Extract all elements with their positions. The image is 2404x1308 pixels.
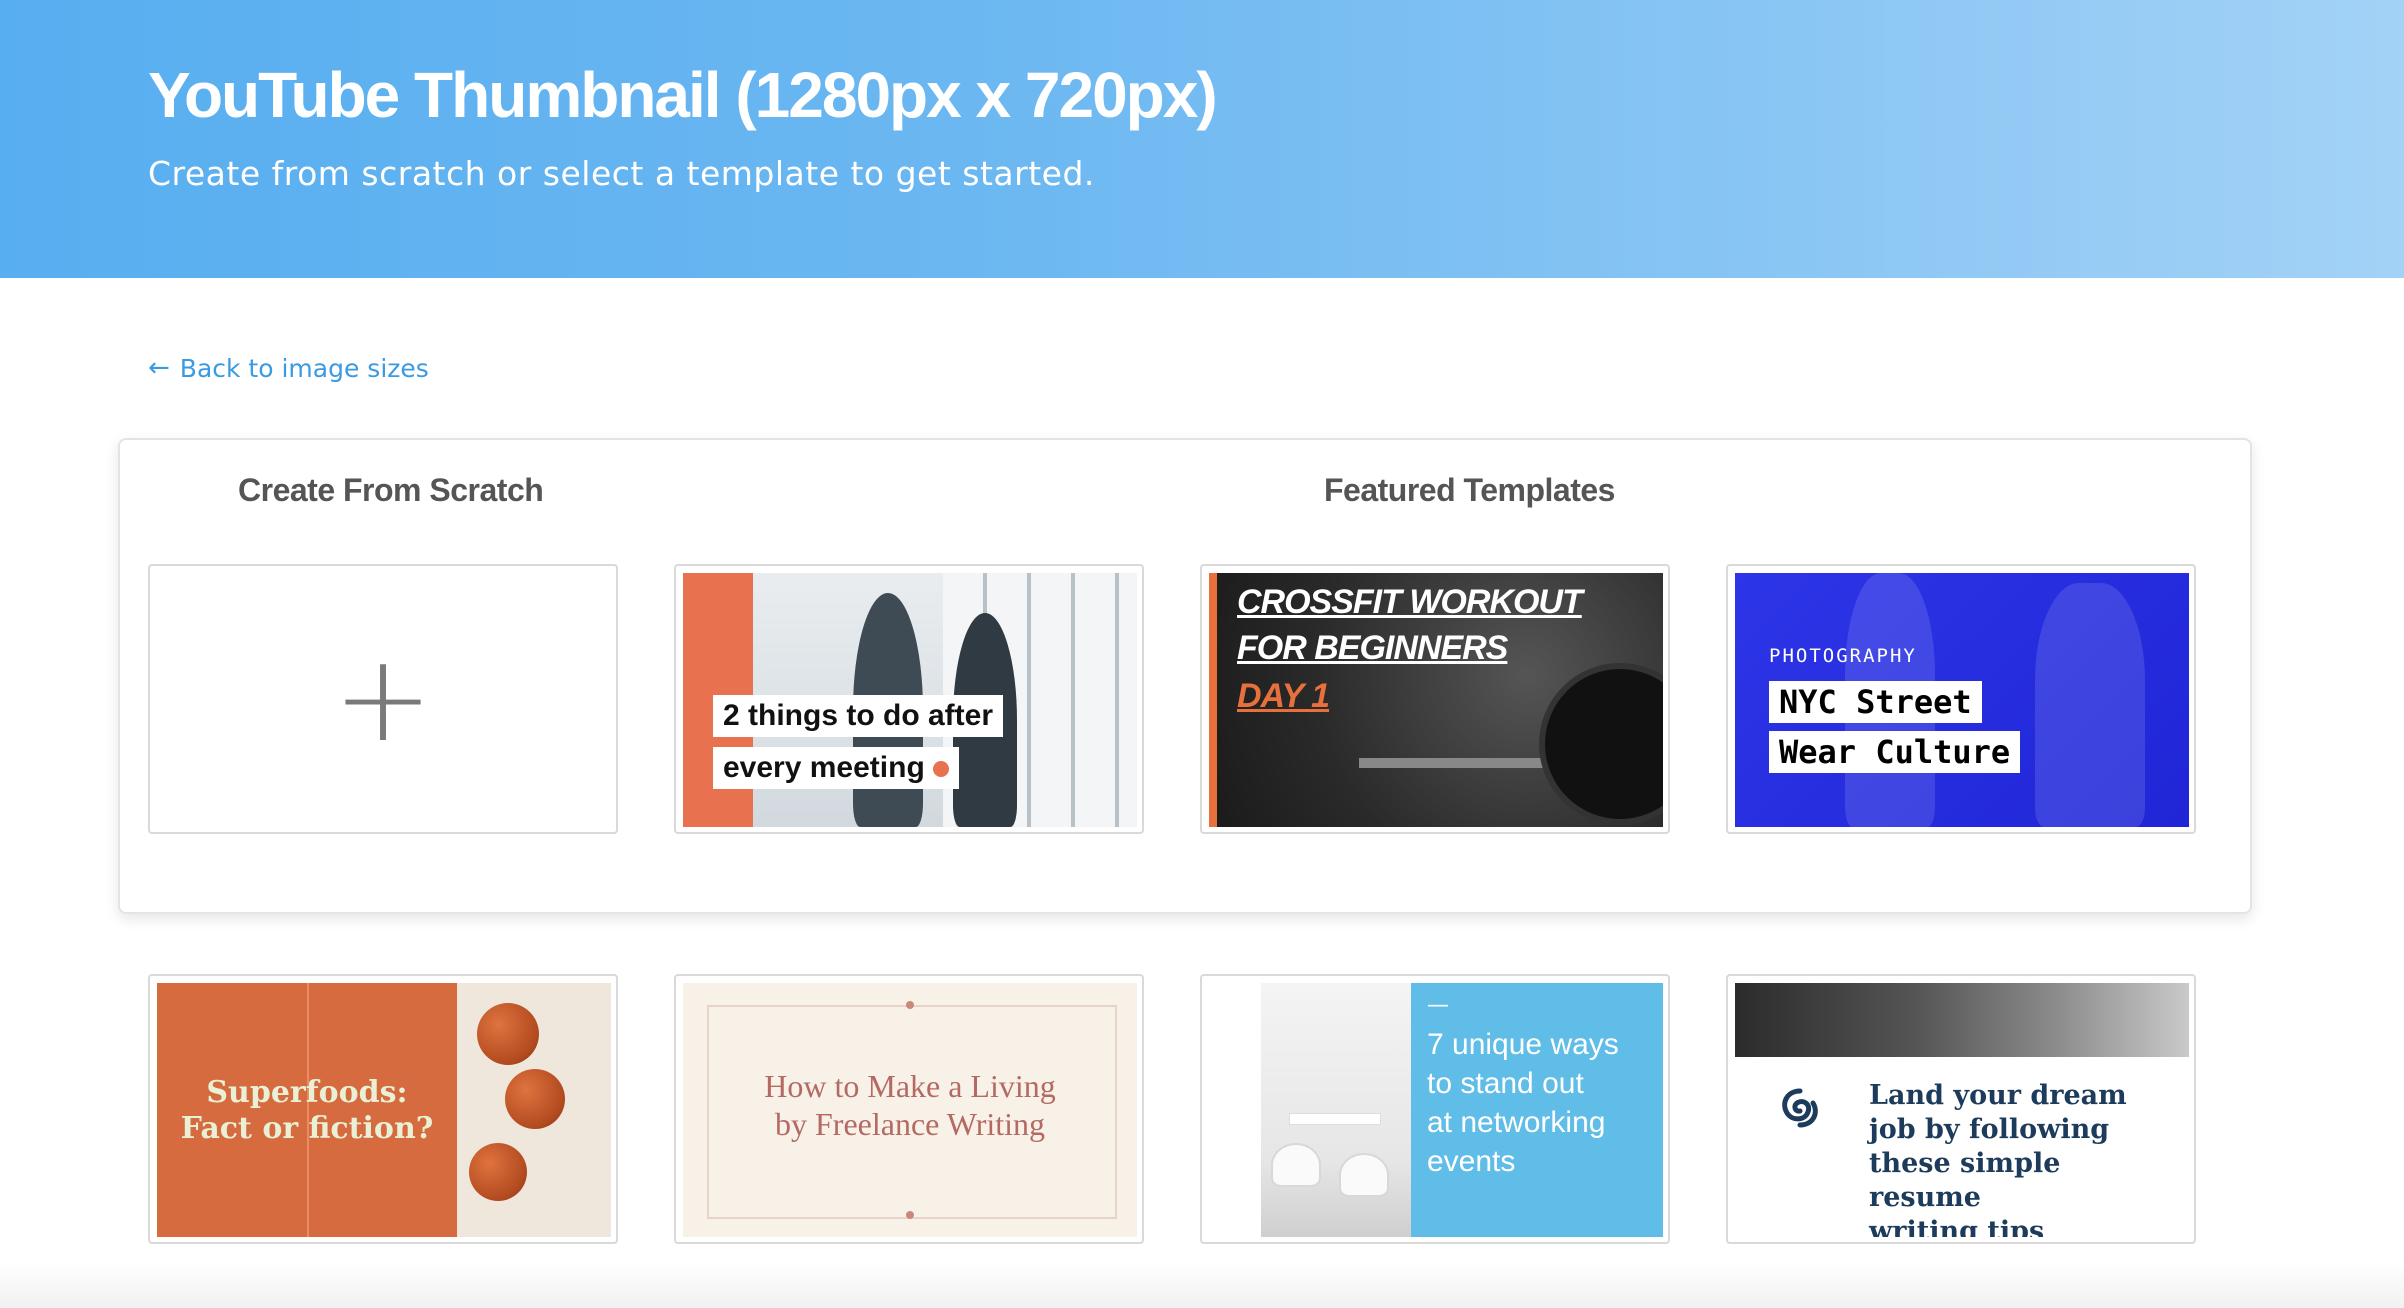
- create-from-scratch-card[interactable]: +: [148, 564, 618, 834]
- chair-shape: [1271, 1143, 1321, 1187]
- template-card-meeting[interactable]: 2 things to do after every meeting: [674, 564, 1144, 834]
- template-title-line: CROSSFIT WORKOUT: [1237, 583, 1583, 621]
- template-title-line: How to Make a Living: [764, 1068, 1056, 1104]
- dot-icon: [906, 1001, 914, 1009]
- template-photo: [1735, 983, 2189, 1057]
- template-title-line: by Freelance Writing: [774, 1106, 1046, 1142]
- template-thumbnail: Land your dream job by following these s…: [1735, 983, 2189, 1237]
- template-title-text: every meeting: [723, 751, 925, 784]
- dot-icon: [906, 1211, 914, 1219]
- dash-mark: —: [1427, 993, 1449, 1018]
- template-title-line: these simple resume: [1869, 1148, 2061, 1213]
- fruit-shape: [469, 1143, 527, 1201]
- template-card-superfoods[interactable]: Superfoods: Fact or fiction?: [148, 974, 618, 1244]
- person-silhouette: [2035, 583, 2145, 827]
- template-title-line: at networking: [1427, 1106, 1606, 1139]
- template-panel: Create From Scratch Featured Templates +…: [118, 438, 2252, 914]
- back-link-label: Back to image sizes: [179, 353, 429, 383]
- template-title-line: NYC Street: [1769, 681, 1982, 723]
- arrow-left-icon: ←: [148, 353, 170, 383]
- template-thumbnail: How to Make a Living by Freelance Writin…: [683, 983, 1137, 1237]
- template-title-line: job by following: [1869, 1114, 2110, 1145]
- back-to-image-sizes-link[interactable]: ← Back to image sizes: [148, 351, 429, 385]
- fruit-shape: [477, 1003, 539, 1065]
- dot-icon: [932, 761, 949, 777]
- template-title: Land your dream job by following these s…: [1869, 1079, 2169, 1237]
- decorative-stripe: [1209, 573, 1217, 827]
- template-title-line: 2 things to do after: [713, 695, 1003, 737]
- template-title-line: FOR BEGINNERS: [1237, 629, 1508, 667]
- template-card-crossfit[interactable]: CROSSFIT WORKOUT FOR BEGINNERS DAY 1: [1200, 564, 1670, 834]
- page-header: YouTube Thumbnail (1280px x 720px) Creat…: [0, 0, 2404, 278]
- weight-plate: [1539, 663, 1663, 825]
- swirl-logo-icon: [1775, 1083, 1825, 1133]
- page-subtitle: Create from scratch or select a template…: [148, 154, 1095, 193]
- template-card-nyc-street[interactable]: PHOTOGRAPHY NYC Street Wear Culture: [1726, 564, 2196, 834]
- template-card-networking[interactable]: — 7 unique ways to stand out at networki…: [1200, 974, 1670, 1244]
- template-card-freelance-writing[interactable]: How to Make a Living by Freelance Writin…: [674, 974, 1144, 1244]
- template-title-line: Land your dream: [1869, 1080, 2127, 1111]
- chair-shape: [1339, 1153, 1389, 1197]
- plus-icon: +: [332, 629, 434, 769]
- template-title-line: Wear Culture: [1769, 731, 2021, 773]
- template-title-line: every meeting: [713, 747, 959, 789]
- create-from-scratch-heading: Create From Scratch: [238, 472, 544, 508]
- template-photo: [1261, 983, 1411, 1237]
- template-title-line: 7 unique ways: [1427, 1028, 1619, 1061]
- table-shape: [1289, 1113, 1381, 1125]
- template-thumbnail: CROSSFIT WORKOUT FOR BEGINNERS DAY 1: [1209, 573, 1663, 827]
- template-title-line: Fact or fiction?: [180, 1111, 434, 1146]
- template-thumbnail: — 7 unique ways to stand out at networki…: [1209, 983, 1663, 1237]
- template-title-line: DAY 1: [1237, 677, 1330, 715]
- template-thumbnail: Superfoods: Fact or fiction?: [157, 983, 611, 1237]
- template-title-line: writing tips: [1869, 1216, 2045, 1237]
- template-photo: [457, 983, 611, 1237]
- template-title-line: events: [1427, 1145, 1516, 1178]
- template-thumbnail: 2 things to do after every meeting: [683, 573, 1137, 827]
- template-title-line: to stand out: [1427, 1067, 1584, 1100]
- template-card-resume-tips[interactable]: Land your dream job by following these s…: [1726, 974, 2196, 1244]
- template-kicker: PHOTOGRAPHY: [1769, 645, 1917, 667]
- featured-templates-heading: Featured Templates: [1324, 472, 1615, 508]
- page-title: YouTube Thumbnail (1280px x 720px): [148, 59, 1218, 131]
- template-thumbnail: PHOTOGRAPHY NYC Street Wear Culture: [1735, 573, 2189, 827]
- template-title: How to Make a Living by Freelance Writin…: [683, 1067, 1137, 1143]
- template-title: 7 unique ways to stand out at networking…: [1427, 1025, 1657, 1181]
- template-title-line: Superfoods:: [206, 1075, 408, 1110]
- bottom-fade: [0, 1262, 2404, 1308]
- fruit-shape: [505, 1069, 565, 1129]
- template-title: Superfoods: Fact or fiction?: [157, 1075, 457, 1147]
